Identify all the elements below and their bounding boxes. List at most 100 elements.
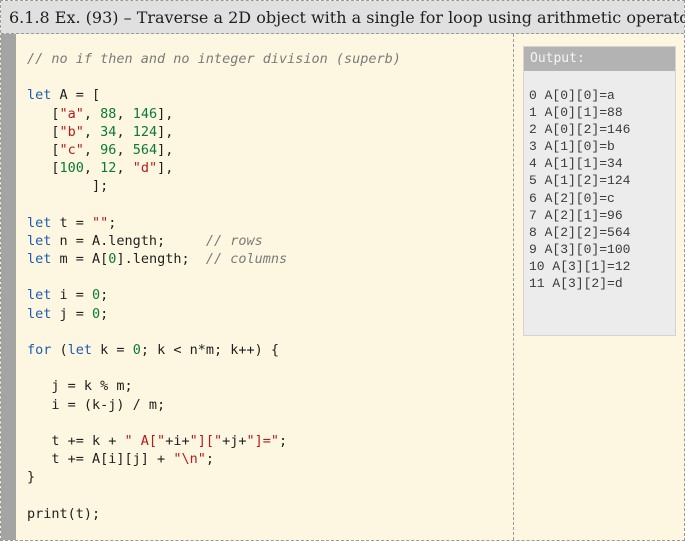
code-token-plain: t += k +	[27, 432, 125, 449]
output-line: 7 A[2][1]=96	[529, 207, 623, 223]
code-token-plain: j = k % m;	[27, 378, 133, 395]
code-token-plain: ],	[157, 141, 174, 158]
code-token-plain: j =	[51, 305, 93, 322]
output-line: 2 A[0][2]=146	[529, 122, 631, 138]
output-line: 6 A[2][0]=c	[529, 190, 615, 206]
code-line: t += k + " A["+i+"]["+j+"]=";	[27, 432, 401, 450]
code-line: let i = 0;	[27, 286, 401, 304]
output-line: 10 A[3][1]=12	[529, 258, 631, 274]
output-line: 4 A[1][1]=34	[529, 156, 623, 172]
code-token-str: ""	[92, 214, 109, 231]
code-token-str: "a"	[59, 105, 84, 122]
code-token-str: " A["	[124, 432, 166, 449]
example-title: 6.1.8 Ex. (93) – Traverse a 2D object wi…	[1, 1, 685, 34]
code-token-plain: }	[27, 469, 36, 486]
code-block[interactable]: // no if then and no integer division (s…	[27, 50, 401, 523]
code-editor[interactable]: // no if then and no integer division (s…	[16, 34, 514, 540]
code-token-plain: [	[27, 105, 60, 122]
code-token-plain: [	[27, 141, 60, 158]
code-token-kw: let	[67, 342, 93, 358]
code-token-cmt: // columns	[205, 251, 288, 268]
code-token-plain: ,	[116, 141, 133, 158]
code-token-plain: ; k < n*m; k++) {	[140, 342, 279, 358]
output-line: 0 A[0][0]=a	[529, 88, 615, 103]
code-token-num: 88	[100, 105, 117, 122]
code-token-plain: ;	[279, 432, 288, 449]
code-token-kw: let	[27, 287, 52, 304]
output-header: Output:	[524, 47, 675, 71]
code-token-num: 0	[132, 342, 141, 358]
code-token-num: 100	[59, 160, 84, 177]
code-token-plain: print(t);	[27, 505, 101, 522]
code-token-plain: n = A.length;	[51, 232, 206, 249]
code-line: }	[27, 468, 401, 486]
code-token-plain: +i+	[165, 432, 190, 449]
code-token-str: "\n"	[173, 451, 206, 468]
code-gutter	[1, 34, 16, 540]
code-token-str: "c"	[59, 141, 84, 158]
code-line: ];	[27, 177, 401, 195]
code-line: ["c", 96, 564],	[27, 141, 401, 159]
code-token-plain: m = A[	[51, 251, 109, 268]
code-line: let j = 0;	[27, 305, 401, 323]
code-line: let t = "";	[27, 214, 401, 232]
code-token-plain: ,	[83, 105, 101, 122]
code-token-plain: A = [	[51, 87, 101, 104]
code-token-plain: +j+	[222, 432, 247, 449]
code-token-plain: k =	[92, 342, 133, 358]
code-token-plain: ,	[116, 160, 133, 177]
code-line: i = (k-j) / m;	[27, 396, 401, 414]
code-line: ["a", 88, 146],	[27, 105, 401, 123]
code-token-str: "]["	[189, 432, 223, 449]
code-token-cmt: // no if then and no integer division (s…	[27, 51, 401, 67]
code-token-plain: ],	[157, 123, 174, 140]
code-token-plain: [	[27, 160, 60, 177]
code-token-plain: i = (k-j) / m;	[27, 396, 166, 413]
code-token-kw: for	[27, 342, 52, 358]
code-token-plain: ;	[100, 287, 109, 304]
code-token-plain: ],	[157, 105, 174, 122]
code-token-num: 34	[100, 123, 117, 140]
code-token-kw: let	[27, 87, 52, 104]
output-line: 9 A[3][0]=100	[529, 241, 631, 257]
code-token-num: 124	[132, 123, 158, 140]
code-token-num: 146	[132, 105, 158, 122]
code-token-plain: ];	[27, 178, 109, 195]
code-token-str: "b"	[59, 123, 84, 140]
code-token-plain: t += A[i][j] +	[27, 451, 174, 468]
code-token-kw: let	[27, 305, 52, 322]
code-token-num: 564	[132, 141, 158, 158]
output-line: 5 A[1][2]=124	[529, 173, 631, 189]
code-token-str: "]="	[246, 432, 279, 449]
code-line: t += A[i][j] + "\n";	[27, 450, 401, 468]
code-line: for (let k = 0; k < n*m; k++) {	[27, 341, 401, 359]
code-token-str: "d"	[132, 160, 158, 177]
code-token-plain: ;	[108, 214, 117, 231]
output-line: 3 A[1][0]=b	[529, 139, 615, 155]
code-token-plain: ].length;	[116, 251, 206, 268]
output-line: 11 A[3][2]=d	[529, 276, 623, 292]
code-line: // no if then and no integer division (s…	[27, 50, 401, 68]
code-token-plain: ;	[205, 451, 214, 468]
code-token-plain: ;	[100, 305, 109, 322]
code-token-kw: let	[27, 232, 52, 249]
code-token-plain: ,	[116, 105, 133, 122]
code-token-kw: let	[27, 251, 52, 268]
code-token-plain: i =	[51, 287, 93, 304]
code-token-num: 0	[92, 305, 101, 322]
code-line: let A = [	[27, 86, 401, 104]
code-token-plain: ,	[83, 123, 101, 140]
code-token-num: 96	[100, 141, 117, 158]
code-line: let n = A.length; // rows	[27, 232, 401, 250]
code-token-cmt: // rows	[205, 232, 263, 249]
code-line: let m = A[0].length; // columns	[27, 250, 401, 268]
code-token-num: 0	[92, 287, 101, 304]
code-token-plain: (	[51, 342, 68, 358]
